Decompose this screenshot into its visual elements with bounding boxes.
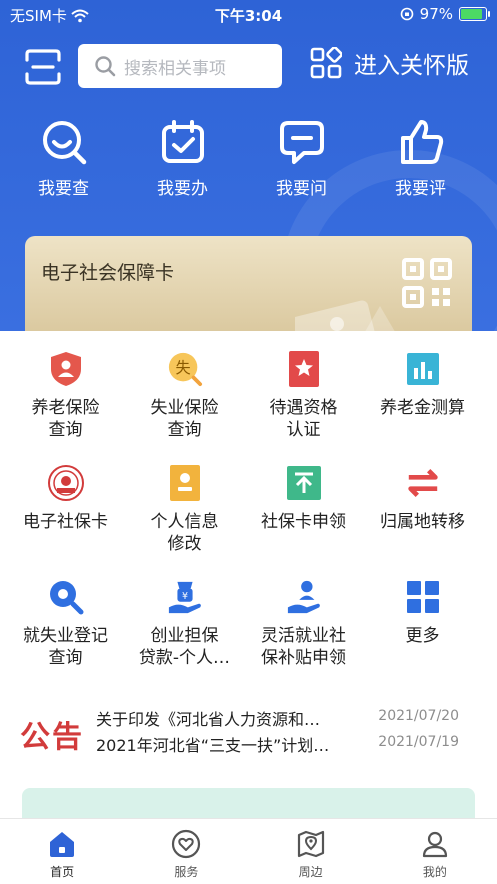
calendar-check-icon [161,120,204,163]
scan-button[interactable] [24,48,62,86]
unemployment-icon: 失 [168,352,202,387]
pension-shield-icon [50,352,81,386]
quick-action-label: 我要办 [157,179,208,199]
tab-label: 周边 [298,865,323,879]
person-card-icon [169,465,200,501]
search-icon [95,56,116,77]
notice-item-date: 2021/07/20 [378,708,459,724]
card-title: 电子社会保障卡 [41,262,175,284]
tab-services[interactable]: 服务 [124,819,248,884]
tab-home[interactable]: 首页 [0,819,124,884]
care-mode-icon [310,47,342,79]
svg-text:失: 失 [175,359,190,377]
service-qualification-cert[interactable]: 待遇资格 认证 [244,351,363,449]
quick-action-ask[interactable]: 我要问 [242,118,361,199]
notice-item-date: 2021/07/19 [378,734,459,750]
service-label: 电子社保卡 [23,512,108,532]
service-label: 社保卡申领 [261,512,346,532]
social-card-seal-icon [47,465,84,501]
service-grid: 养老保险 查询 失 失业保险 查询 待遇资格 认证 养老金测算 电子社保卡 个人… [6,351,491,677]
tab-mine[interactable]: 我的 [373,819,497,884]
quick-action-label: 我要查 [38,179,89,199]
battery-icon [459,7,490,21]
status-bar: 无SIM卡 下午3:04 97% [0,0,497,28]
transfer-arrows-icon [407,469,438,497]
social-security-card[interactable]: 电子社会保障卡 [25,236,472,331]
search-box[interactable]: 搜索相关事项 [78,44,282,88]
quick-action-query[interactable]: 我要查 [4,118,123,199]
bottom-tab-bar: 首页 服务 周边 我的 [0,818,497,884]
service-flexible-subsidy[interactable]: 灵活就业社 保补贴申领 [244,579,363,677]
service-location-transfer[interactable]: 归属地转移 [363,465,482,563]
service-label: 养老金测算 [380,398,465,418]
tab-label: 服务 [174,865,199,879]
service-more[interactable]: 更多 [363,579,482,677]
service-panel: 养老保险 查询 失 失业保险 查询 待遇资格 认证 养老金测算 电子社保卡 个人… [0,331,497,711]
hero-header: 无SIM卡 下午3:04 97% 搜索相关事项 进入关怀版 我要查 我要办 我要… [0,0,497,331]
grid-more-icon [406,581,439,613]
tab-label: 首页 [50,865,75,879]
notice-item-title[interactable]: 2021年河北省“三支一扶”计划… [96,732,366,756]
quick-action-label: 我要问 [276,179,327,199]
quick-action-rate[interactable]: 我要评 [361,118,480,199]
user-icon [422,831,447,858]
service-label: 失业保险 查询 [150,398,219,440]
tab-nearby[interactable]: 周边 [249,819,373,884]
service-startup-loan[interactable]: ¥ 创业担保 贷款-个人… [125,579,244,677]
scan-icon [25,49,61,85]
loan-hand-icon: ¥ [168,581,201,614]
notice-board: 公告 关于印发《河北省人力资源和… 2021/07/20 2021年河北省“三支… [0,700,497,760]
heart-circle-icon [172,829,201,859]
quick-action-handle[interactable]: 我要办 [123,118,242,199]
map-pin-icon [297,830,324,858]
service-card-apply[interactable]: 社保卡申领 [244,465,363,563]
service-label: 就失业登记 查询 [23,626,108,668]
quick-action-label: 我要评 [395,179,446,199]
service-label: 创业担保 贷款-个人… [138,626,231,668]
svg-text:¥: ¥ [181,591,187,602]
service-pension-estimate[interactable]: 养老金测算 [363,351,482,449]
hand-person-icon [287,580,320,614]
tab-label: 我的 [422,865,447,879]
home-icon [50,832,75,857]
bar-chart-icon [406,353,439,385]
service-label: 待遇资格 认证 [269,398,338,440]
service-label: 归属地转移 [380,512,465,532]
service-e-card[interactable]: 电子社保卡 [6,465,125,563]
service-pension-query[interactable]: 养老保险 查询 [6,351,125,449]
search-smile-icon [42,121,86,165]
search-placeholder: 搜索相关事项 [124,58,226,79]
notice-item-title[interactable]: 关于印发《河北省人力资源和… [96,706,366,730]
battery-percent: 97% [419,5,453,23]
service-employment-registration[interactable]: 就失业登记 查询 [6,579,125,677]
notice-tag: 公告 [20,720,84,755]
thumbs-up-icon [400,120,443,164]
service-personal-info[interactable]: 个人信息 修改 [125,465,244,563]
care-mode-label: 进入关怀版 [354,53,469,79]
magnifier-icon [49,581,83,615]
quick-actions: 我要查 我要办 我要问 我要评 [0,118,497,199]
service-label: 灵活就业社 保补贴申领 [261,626,346,668]
card-decoration [295,300,395,331]
service-unemployment-query[interactable]: 失 失业保险 查询 [125,351,244,449]
chat-bubble-icon [279,121,324,164]
upload-card-icon [286,466,321,500]
service-label: 个人信息 修改 [150,512,219,554]
service-label: 养老保险 查询 [31,398,100,440]
service-label: 更多 [405,626,440,646]
orientation-lock-icon [400,7,413,21]
care-mode-button[interactable]: 进入关怀版 [310,46,469,80]
star-badge-icon [288,351,319,387]
